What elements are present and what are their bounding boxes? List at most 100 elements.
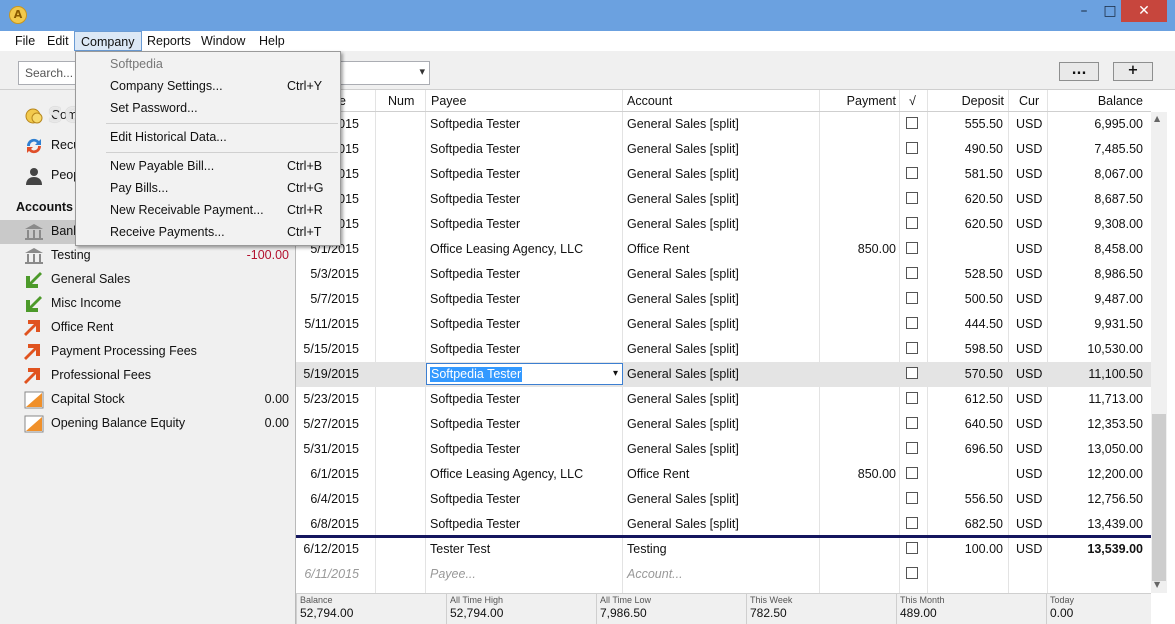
menu-item-company-settings[interactable]: Company Settings... Ctrl+Y: [77, 75, 339, 97]
cell-account[interactable]: General Sales [split]: [627, 387, 739, 412]
cleared-checkbox[interactable]: [906, 417, 918, 429]
cell-account[interactable]: General Sales [split]: [627, 287, 739, 312]
cell-account[interactable]: General Sales [split]: [627, 437, 739, 462]
scroll-up-icon[interactable]: ▲: [1154, 114, 1160, 123]
sidebar-item-testing[interactable]: Testing -100.00: [0, 244, 296, 268]
cell-payee[interactable]: Softpedia Tester: [430, 412, 520, 437]
scrollbar-thumb[interactable]: [1152, 414, 1166, 581]
cell-payee[interactable]: Softpedia Tester: [430, 112, 520, 137]
cell-payee[interactable]: Softpedia Tester: [430, 287, 520, 312]
sidebar-item-professional-fees[interactable]: Professional Fees: [0, 364, 296, 388]
menu-item-new-payable-bill[interactable]: New Payable Bill... Ctrl+B: [77, 155, 339, 177]
cell-payee[interactable]: Softpedia Tester: [430, 162, 520, 187]
cleared-checkbox[interactable]: [906, 567, 918, 579]
sidebar-item-office-rent[interactable]: Office Rent: [0, 316, 296, 340]
cell-deposit: 581.50: [964, 167, 1003, 181]
cleared-checkbox[interactable]: [906, 217, 918, 229]
cleared-checkbox[interactable]: [906, 242, 918, 254]
menu-file[interactable]: File: [9, 31, 41, 51]
title-bar: A – □ ✕: [0, 0, 1175, 31]
more-button[interactable]: ...: [1059, 62, 1099, 81]
account-combo[interactable]: ▾: [338, 61, 430, 85]
column-divider: [1047, 90, 1048, 593]
minimize-button[interactable]: –: [1069, 0, 1099, 22]
cell-currency: USD: [1016, 417, 1043, 431]
cleared-checkbox[interactable]: [906, 367, 918, 379]
sidebar-item-opening-balance-equity[interactable]: Opening Balance Equity 0.00: [0, 412, 296, 436]
cell-account[interactable]: General Sales [split]: [627, 487, 739, 512]
cleared-checkbox[interactable]: [906, 392, 918, 404]
menu-help[interactable]: Help: [253, 31, 291, 51]
menu-item-pay-bills[interactable]: Pay Bills... Ctrl+G: [77, 177, 339, 199]
cleared-checkbox[interactable]: [906, 117, 918, 129]
cell-account[interactable]: Office Rent: [627, 462, 689, 487]
cell-payee[interactable]: Softpedia Tester: [430, 212, 520, 237]
cell-payee[interactable]: Softpedia Tester: [430, 262, 520, 287]
cleared-checkbox[interactable]: [906, 492, 918, 504]
menu-item-edit-historical-data[interactable]: Edit Historical Data...: [77, 126, 339, 148]
cleared-checkbox[interactable]: [906, 442, 918, 454]
chevron-down-icon[interactable]: ▾: [613, 368, 618, 379]
cell-account[interactable]: General Sales [split]: [627, 512, 739, 537]
cleared-checkbox[interactable]: [906, 342, 918, 354]
cell-payment: [826, 112, 896, 137]
cell-account[interactable]: General Sales [split]: [627, 112, 739, 137]
cell-currency: USD: [1016, 217, 1043, 231]
menu-window[interactable]: Window: [195, 31, 251, 51]
cell-payment: [826, 287, 896, 312]
cleared-checkbox[interactable]: [906, 167, 918, 179]
menu-item-receive-payments[interactable]: Receive Payments... Ctrl+T: [77, 221, 339, 243]
cell-payee[interactable]: Softpedia Tester: [430, 437, 520, 462]
payee-input[interactable]: Softpedia Tester: [430, 367, 523, 382]
maximize-button[interactable]: □: [1097, 0, 1123, 22]
cell-account[interactable]: General Sales [split]: [627, 337, 739, 362]
cell-account[interactable]: General Sales [split]: [627, 212, 739, 237]
cell-payee[interactable]: Softpedia Tester: [430, 137, 520, 162]
cell-payee[interactable]: Softpedia Tester: [430, 187, 520, 212]
cell-payee[interactable]: Softpedia Tester: [430, 387, 520, 412]
cell-payee[interactable]: Softpedia Tester: [430, 487, 520, 512]
menu-company[interactable]: Company: [74, 31, 142, 51]
cell-payee[interactable]: Softpedia Tester: [430, 312, 520, 337]
menu-edit[interactable]: Edit: [41, 31, 75, 51]
cell-account[interactable]: General Sales [split]: [627, 187, 739, 212]
bank-icon: [25, 224, 43, 240]
vertical-scrollbar[interactable]: ▲ ▼: [1151, 112, 1167, 593]
cell-currency: USD: [1016, 392, 1043, 406]
cell-account[interactable]: Testing: [627, 537, 667, 562]
cleared-checkbox[interactable]: [906, 142, 918, 154]
add-button[interactable]: +: [1113, 62, 1153, 81]
cell-payee[interactable]: Softpedia Tester: [430, 512, 520, 537]
cell-account[interactable]: Office Rent: [627, 237, 689, 262]
cell-account[interactable]: General Sales [split]: [627, 262, 739, 287]
menu-item-set-password[interactable]: Set Password...: [77, 97, 339, 119]
payee-combobox[interactable]: Softpedia Tester ▾: [426, 363, 623, 385]
cleared-checkbox[interactable]: [906, 192, 918, 204]
cleared-checkbox[interactable]: [906, 267, 918, 279]
cell-account[interactable]: General Sales [split]: [627, 312, 739, 337]
cleared-checkbox[interactable]: [906, 542, 918, 554]
search-input[interactable]: Search...: [18, 61, 78, 85]
close-button[interactable]: ✕: [1121, 0, 1167, 22]
cleared-checkbox[interactable]: [906, 467, 918, 479]
accounts-header: Accounts: [16, 200, 73, 214]
cell-account[interactable]: General Sales [split]: [627, 362, 739, 387]
cell-payee[interactable]: Office Leasing Agency, LLC: [430, 462, 583, 487]
cleared-checkbox[interactable]: [906, 517, 918, 529]
cell-payee[interactable]: Office Leasing Agency, LLC: [430, 237, 583, 262]
menu-item-new-receivable-payment[interactable]: New Receivable Payment... Ctrl+R: [77, 199, 339, 221]
sidebar-item-misc-income[interactable]: Misc Income: [0, 292, 296, 316]
cell-payee[interactable]: Tester Test: [430, 537, 490, 562]
scroll-down-icon[interactable]: ▼: [1154, 580, 1160, 589]
cell-account[interactable]: General Sales [split]: [627, 162, 739, 187]
menu-reports[interactable]: Reports: [141, 31, 197, 51]
cell-account[interactable]: General Sales [split]: [627, 412, 739, 437]
sidebar-item-capital-stock[interactable]: Capital Stock 0.00: [0, 388, 296, 412]
sidebar-item-payment-processing-fees[interactable]: Payment Processing Fees: [0, 340, 296, 364]
sidebar-item-general-sales[interactable]: General Sales: [0, 268, 296, 292]
cell-account[interactable]: General Sales [split]: [627, 137, 739, 162]
income-arrow-icon: [26, 296, 42, 312]
cell-payee[interactable]: Softpedia Tester: [430, 337, 520, 362]
cleared-checkbox[interactable]: [906, 292, 918, 304]
cleared-checkbox[interactable]: [906, 317, 918, 329]
